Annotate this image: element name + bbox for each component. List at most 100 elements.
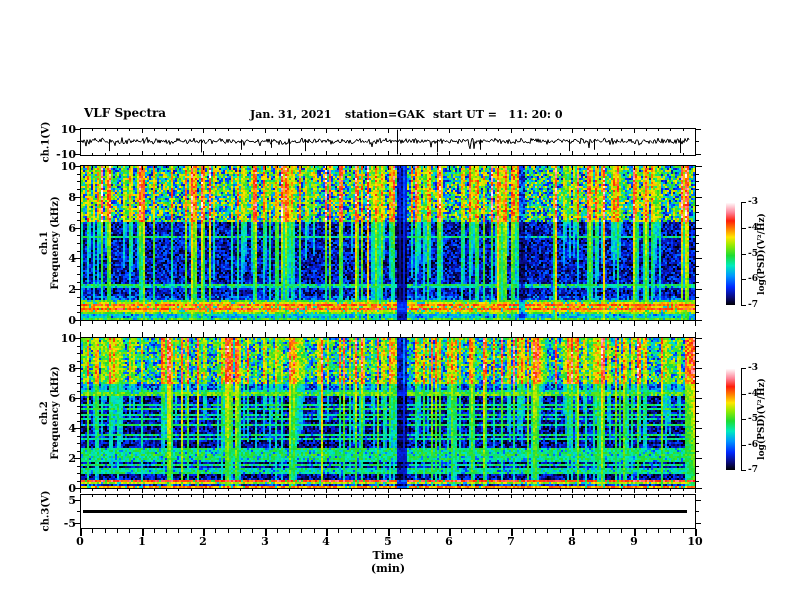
tick-mark — [166, 166, 167, 168]
tick-mark — [474, 153, 475, 155]
tick-mark — [314, 495, 315, 497]
tick-mark — [560, 529, 561, 533]
tick-mark — [326, 166, 327, 170]
tick-mark — [696, 166, 702, 167]
tick-mark — [634, 151, 635, 155]
tick-mark — [178, 166, 179, 168]
tick-mark — [265, 151, 266, 155]
tick-mark — [77, 305, 80, 306]
freq-tick-label: 8 — [68, 362, 76, 375]
colorbar-ch2 — [726, 368, 735, 470]
tick-mark — [658, 489, 659, 491]
tick-mark — [461, 489, 462, 491]
tick-mark — [695, 321, 696, 326]
tick-mark — [696, 466, 699, 467]
tick-mark — [609, 321, 610, 324]
tick-mark — [424, 529, 425, 533]
tick-mark — [560, 334, 561, 337]
tick-mark — [741, 394, 746, 395]
tick-mark — [696, 205, 699, 206]
tick-mark — [597, 529, 598, 533]
tick-mark — [696, 428, 702, 429]
tick-mark — [289, 153, 290, 155]
tick-mark — [105, 166, 106, 168]
x-tick-label: 8 — [568, 535, 576, 548]
colorbar-tick-label: -7 — [748, 300, 758, 310]
freq-tick-label: 6 — [68, 392, 76, 405]
colorbar-ch2-label: log(PSD)(V²/Hz) — [757, 378, 767, 460]
tick-mark — [424, 153, 425, 155]
tick-mark — [80, 495, 81, 498]
tick-mark — [77, 235, 80, 236]
tick-mark — [388, 129, 389, 133]
tick-mark — [646, 495, 647, 497]
tick-mark — [741, 368, 746, 369]
tick-mark — [523, 334, 524, 337]
tick-mark — [363, 129, 364, 131]
tick-mark — [77, 481, 80, 482]
tick-mark — [203, 489, 204, 493]
tick-mark — [449, 151, 450, 155]
tick-mark — [203, 151, 204, 155]
tick-mark — [437, 321, 438, 324]
tick-mark — [215, 129, 216, 131]
tick-mark — [166, 489, 167, 491]
tick-mark — [92, 129, 93, 131]
tick-mark — [92, 529, 93, 533]
tick-mark — [203, 321, 204, 326]
tick-mark — [80, 332, 81, 337]
tick-mark — [572, 321, 573, 326]
tick-mark — [178, 489, 179, 491]
tick-mark — [351, 489, 352, 491]
tick-mark — [696, 181, 699, 182]
x-axis-title: Time (min) — [370, 549, 406, 575]
tick-mark — [375, 166, 376, 168]
freq-tick-label: 10 — [60, 160, 76, 173]
freq-tick-label: 4 — [68, 422, 76, 435]
tick-mark — [215, 489, 216, 491]
tick-mark — [461, 129, 462, 131]
tick-mark — [228, 153, 229, 155]
tick-mark — [449, 166, 450, 170]
tick-mark — [129, 166, 130, 168]
tick-mark — [683, 166, 684, 168]
tick-mark — [338, 495, 339, 497]
tick-mark — [351, 495, 352, 497]
tick-mark — [449, 321, 450, 326]
tick-mark — [547, 153, 548, 155]
tick-mark — [696, 235, 699, 236]
tick-mark — [609, 489, 610, 491]
tick-mark — [621, 321, 622, 324]
tick-mark — [412, 321, 413, 324]
tick-mark — [154, 166, 155, 168]
tick-mark — [338, 129, 339, 131]
tick-mark — [326, 489, 327, 493]
tick-mark — [584, 129, 585, 131]
tick-mark — [535, 489, 536, 491]
tick-mark — [129, 129, 130, 131]
tick-mark — [695, 332, 696, 337]
tick-mark — [265, 166, 266, 170]
ch1-label-line1: ch.1 — [39, 231, 50, 255]
tick-mark — [741, 305, 746, 306]
tick-mark — [449, 332, 450, 337]
tick-mark — [474, 166, 475, 168]
tick-mark — [696, 338, 702, 339]
x-tick-label: 5 — [384, 535, 392, 548]
tick-mark — [461, 321, 462, 324]
tick-mark — [696, 266, 699, 267]
tick-mark — [547, 334, 548, 337]
tick-mark — [683, 495, 684, 497]
tick-mark — [252, 529, 253, 533]
tick-mark — [301, 529, 302, 533]
tick-mark — [166, 153, 167, 155]
tick-mark — [696, 391, 699, 392]
tick-mark — [412, 153, 413, 155]
tick-mark — [535, 166, 536, 168]
tick-mark — [77, 473, 80, 474]
tick-mark — [80, 321, 81, 326]
tick-mark — [695, 489, 696, 493]
tick-mark — [523, 129, 524, 131]
tick-mark — [634, 332, 635, 337]
ch3-waveform-panel — [80, 494, 696, 529]
